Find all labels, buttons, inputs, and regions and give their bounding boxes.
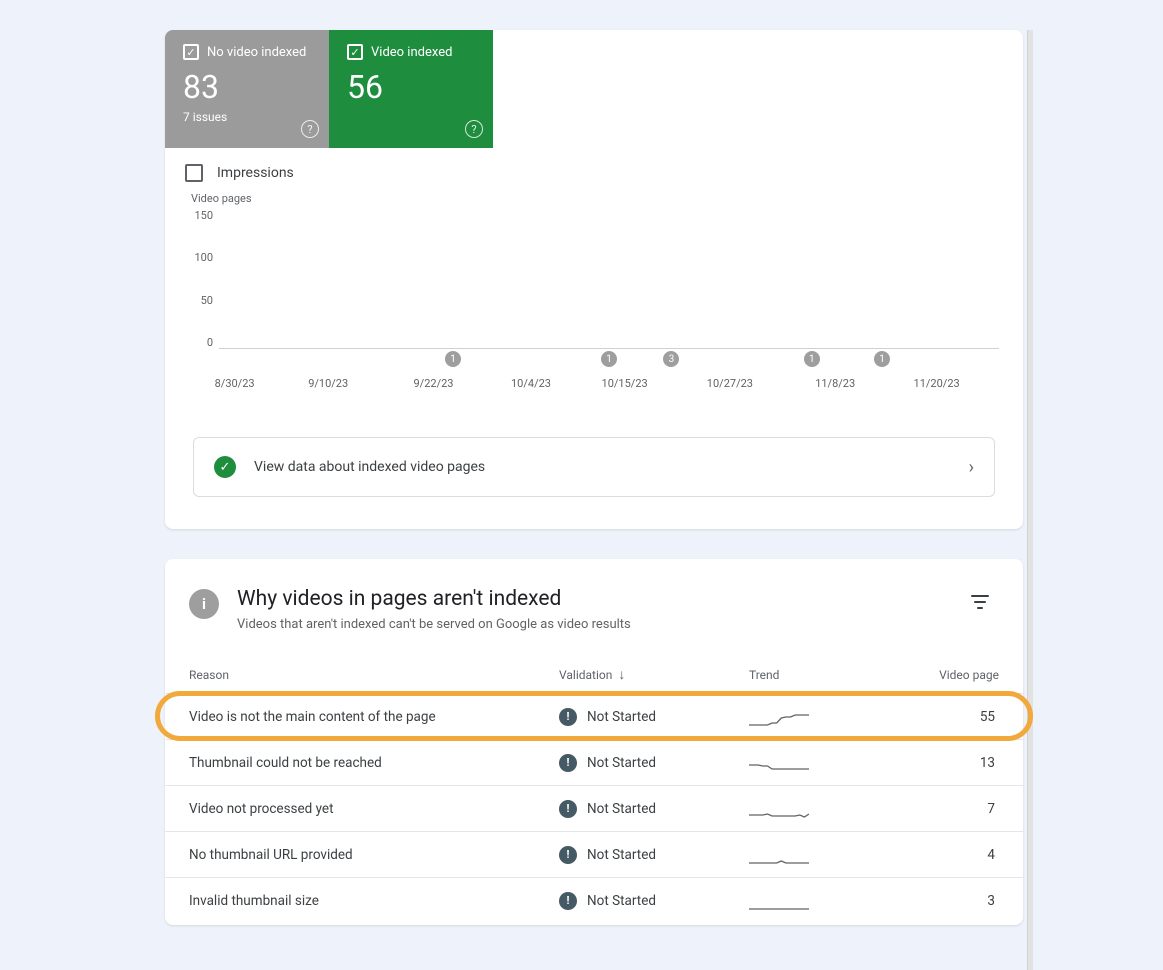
pages-cell: 55 xyxy=(899,709,999,725)
highlighted-row: Video is not the main content of the pag… xyxy=(151,693,1037,739)
validation-cell: ! Not Started xyxy=(559,846,749,864)
reason-cell: Thumbnail could not be reached xyxy=(189,755,559,771)
validation-text: Not Started xyxy=(587,847,656,863)
chart-marker: 1 xyxy=(445,351,461,367)
tab-video-indexed[interactable]: ✓ Video indexed 56 ? xyxy=(329,30,493,148)
exclamation-icon: ! xyxy=(559,754,577,772)
reasons-table: Reason Validation ↓ Trend Video page Vid… xyxy=(165,650,1023,923)
reason-cell: Video is not the main content of the pag… xyxy=(189,709,559,725)
chart-marker: 1 xyxy=(874,351,890,367)
info-icon: i xyxy=(189,589,219,619)
table-row[interactable]: Video is not the main content of the pag… xyxy=(165,693,1023,739)
validation-text: Not Started xyxy=(587,801,656,817)
x-tick: 11/8/23 xyxy=(815,377,855,390)
y-tick: 150 xyxy=(194,209,213,222)
checkbox-checked-icon: ✓ xyxy=(183,44,199,60)
x-tick: 11/20/23 xyxy=(914,377,960,390)
x-tick: 9/10/23 xyxy=(308,377,348,390)
y-axis: 150 100 50 0 xyxy=(183,209,219,349)
trend-cell xyxy=(749,797,899,821)
impressions-checkbox[interactable] xyxy=(185,164,203,182)
tab-no-video-label: No video indexed xyxy=(207,45,306,60)
tab-no-video-indexed[interactable]: ✓ No video indexed 83 7 issues ? xyxy=(165,30,329,148)
exclamation-icon: ! xyxy=(559,708,577,726)
validation-text: Not Started xyxy=(587,755,656,771)
exclamation-icon: ! xyxy=(559,800,577,818)
exclamation-icon: ! xyxy=(559,892,577,910)
validation-cell: ! Not Started xyxy=(559,708,749,726)
y-tick: 0 xyxy=(207,336,213,349)
x-tick: 10/15/23 xyxy=(602,377,648,390)
filter-icon[interactable] xyxy=(965,587,995,620)
y-tick: 50 xyxy=(201,294,213,307)
th-validation[interactable]: Validation ↓ xyxy=(559,666,749,683)
impressions-label: Impressions xyxy=(217,165,294,181)
tab-video-count: 56 xyxy=(347,68,477,106)
table-row[interactable]: No thumbnail URL provided! Not Started 4 xyxy=(165,831,1023,877)
chart-marker: 1 xyxy=(804,351,820,367)
view-indexed-link[interactable]: ✓ View data about indexed video pages › xyxy=(193,437,995,497)
checkbox-checked-icon: ✓ xyxy=(347,44,363,60)
pages-cell: 7 xyxy=(899,801,999,817)
chart-marker: 3 xyxy=(663,351,679,367)
th-reason: Reason xyxy=(189,668,559,682)
x-tick: 8/30/23 xyxy=(215,377,255,390)
chevron-right-icon: › xyxy=(969,457,974,478)
scrollbar-edge[interactable] xyxy=(1027,30,1033,970)
table-row[interactable]: Invalid thumbnail size! Not Started 3 xyxy=(165,877,1023,923)
validation-text: Not Started xyxy=(587,709,656,725)
chart-marker: 1 xyxy=(601,351,617,367)
table-row[interactable]: Thumbnail could not be reached! Not Start… xyxy=(165,739,1023,785)
validation-cell: ! Not Started xyxy=(559,800,749,818)
pages-cell: 13 xyxy=(899,755,999,771)
reason-cell: Video not processed yet xyxy=(189,801,559,817)
x-tick: 9/22/23 xyxy=(414,377,454,390)
pages-cell: 3 xyxy=(899,893,999,909)
chart-bars xyxy=(219,209,999,348)
trend-cell xyxy=(749,889,899,913)
exclamation-icon: ! xyxy=(559,846,577,864)
x-axis: 8/30/239/10/239/22/2310/4/2310/15/2310/2… xyxy=(219,377,999,397)
trend-cell xyxy=(749,705,899,729)
pages-cell: 4 xyxy=(899,847,999,863)
reason-cell: No thumbnail URL provided xyxy=(189,847,559,863)
chart-markers: 1 1 3 1 1 xyxy=(219,351,999,369)
trend-cell xyxy=(749,751,899,775)
help-icon[interactable]: ? xyxy=(465,120,483,138)
reasons-subtitle: Videos that aren't indexed can't be serv… xyxy=(237,617,631,632)
trend-cell xyxy=(749,843,899,867)
validation-cell: ! Not Started xyxy=(559,892,749,910)
tab-video-label: Video indexed xyxy=(371,45,452,60)
tab-no-video-count: 83 xyxy=(183,68,313,106)
validation-cell: ! Not Started xyxy=(559,754,749,772)
sort-down-icon: ↓ xyxy=(618,666,625,683)
check-circle-icon: ✓ xyxy=(214,456,236,478)
help-icon[interactable]: ? xyxy=(301,120,319,138)
table-row[interactable]: Video not processed yet! Not Started 7 xyxy=(165,785,1023,831)
chart-y-title: Video pages xyxy=(191,192,999,205)
video-pages-chart: Video pages 150 100 50 0 1 1 3 1 1 8/30/23 9/10/… xyxy=(165,192,1023,409)
th-trend: Trend xyxy=(749,668,899,682)
x-tick: 10/27/23 xyxy=(707,377,753,390)
video-index-card: ✓ No video indexed 83 7 issues ? ✓ Video… xyxy=(165,30,1023,529)
x-tick: 10/4/23 xyxy=(511,377,551,390)
validation-text: Not Started xyxy=(587,893,656,909)
th-pages: Video page xyxy=(899,668,999,682)
reasons-title: Why videos in pages aren't indexed xyxy=(237,587,631,611)
y-tick: 100 xyxy=(194,251,213,264)
reasons-card: i Why videos in pages aren't indexed Vid… xyxy=(165,559,1023,925)
reason-cell: Invalid thumbnail size xyxy=(189,893,559,909)
view-indexed-label: View data about indexed video pages xyxy=(254,459,485,475)
tab-no-video-sub: 7 issues xyxy=(183,110,313,124)
